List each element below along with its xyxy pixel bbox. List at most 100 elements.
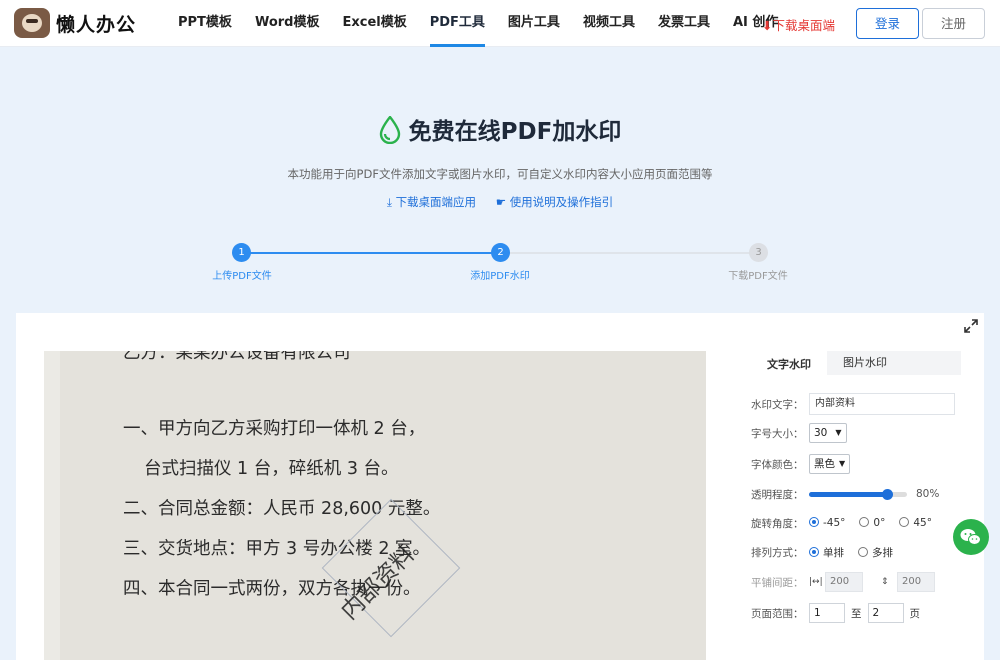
step-1-label: 上传PDF文件 <box>212 271 272 282</box>
step-2-label: 添加PDF水印 <box>470 271 530 282</box>
watermark-type-tabs: 文字水印 图片水印 <box>751 351 961 375</box>
watermark-settings-panel: 文字水印 图片水印 水印文字： 内部资料 字号大小： 30 ▼ 字体颜色： 黑色 ▼… <box>751 351 961 651</box>
radio-selected-icon <box>809 546 819 557</box>
chevron-down-icon: ▼ <box>835 428 842 437</box>
opacity-row: 透明程度： 80% <box>751 483 939 505</box>
horizontal-spacing-input[interactable]: 200 <box>825 572 863 592</box>
user-guide-link[interactable]: ☛ 使用说明及操作指引 <box>496 195 613 209</box>
layout-option-single[interactable]: 单排 <box>809 545 844 560</box>
chevron-down-icon: ▼ <box>839 459 846 468</box>
pdf-preview: 乙方：某某办公设备有限公司 一、甲方向乙方采购打印一体机 2 台， 台式扫描仪 … <box>44 351 706 660</box>
guide-label: 使用说明及操作指引 <box>509 195 614 209</box>
radio-icon <box>859 517 870 527</box>
download-desktop-label: 下载桌面端 <box>772 18 835 33</box>
hero-links: ⤓ 下载桌面端应用 ☛ 使用说明及操作指引 <box>0 194 1000 210</box>
rotation-option-label: -45° <box>823 517 846 529</box>
watermark-workspace: 乙方：某某办公设备有限公司 一、甲方向乙方采购打印一体机 2 台， 台式扫描仪 … <box>16 313 984 660</box>
wechat-chat-button[interactable] <box>953 519 989 555</box>
download-desktop-link[interactable]: ⬇下载桌面端 <box>762 15 835 34</box>
page-range-label: 页面范围： <box>751 607 804 620</box>
page-title-text: 免费在线PDF加水印 <box>408 119 622 145</box>
spacing-row: 平铺间距： |↔| 200 ⇕ 200 <box>751 571 935 593</box>
nav-ppt-templates[interactable]: PPT模板 <box>178 0 232 47</box>
water-drop-icon <box>379 116 400 144</box>
spacing-label: 平铺间距： <box>751 576 804 589</box>
progress-steps: 1 2 3 上传PDF文件 添加PDF水印 下载PDF文件 <box>0 243 1000 283</box>
brand-logo[interactable]: 懒人办公 <box>14 8 136 38</box>
nav-invoice-tools[interactable]: 发票工具 <box>658 0 710 47</box>
opacity-slider-handle[interactable] <box>882 488 894 500</box>
vertical-spacing-icon: ⇕ <box>881 577 889 587</box>
step-connector-1 <box>250 252 500 254</box>
radio-icon <box>858 546 868 557</box>
watermark-text-input[interactable]: 内部资料 <box>809 393 955 415</box>
opacity-value: 80% <box>916 488 940 500</box>
opacity-slider-fill <box>809 491 888 497</box>
rotation-option-neg45[interactable]: -45° <box>809 517 845 529</box>
step-1-dot: 1 <box>232 243 251 262</box>
rotation-option-label: 0° <box>873 517 886 529</box>
pdf-page: 乙方：某某办公设备有限公司 一、甲方向乙方采购打印一体机 2 台， 台式扫描仪 … <box>60 351 706 660</box>
page-range-to-input[interactable]: 2 <box>867 603 904 623</box>
layout-option-label: 单排 <box>823 546 844 559</box>
doc-line: 一、甲方向乙方采购打印一体机 2 台， <box>123 419 426 439</box>
nav-pdf-tools[interactable]: PDF工具 <box>429 0 486 47</box>
nav-excel-templates[interactable]: Excel模板 <box>342 0 406 47</box>
tab-text-watermark[interactable]: 文字水印 <box>751 351 827 375</box>
page-title: 免费在线PDF加水印 <box>0 112 1000 146</box>
font-size-value: 30 <box>814 427 828 439</box>
rotation-option-45[interactable]: 45° <box>899 517 932 529</box>
layout-option-label: 多排 <box>872 546 893 559</box>
layout-option-multi[interactable]: 多排 <box>858 545 893 560</box>
tab-image-watermark[interactable]: 图片水印 <box>827 351 903 375</box>
nav-video-tools[interactable]: 视频工具 <box>583 0 635 47</box>
font-size-label: 字号大小： <box>751 427 804 440</box>
horizontal-spacing-icon: |↔| <box>809 577 823 587</box>
step-3-dot: 3 <box>749 243 768 262</box>
wechat-icon <box>960 529 981 545</box>
opacity-slider[interactable] <box>809 488 907 500</box>
radio-icon <box>899 517 910 527</box>
rotation-option-label: 45° <box>913 517 932 529</box>
download-icon: ⬇ <box>762 18 773 33</box>
nav-image-tools[interactable]: 图片工具 <box>508 0 560 47</box>
download-arrow-icon: ⤓ <box>386 195 396 209</box>
fullscreen-icon[interactable] <box>964 319 978 333</box>
page-description: 本功能用于向PDF文件添加文字或图片水印，可自定义水印内容大小应用页面范围等 <box>287 167 713 181</box>
step-connector-2 <box>510 252 758 254</box>
brand-name: 懒人办公 <box>56 13 137 36</box>
font-color-row: 字体颜色： 黑色 ▼ <box>751 453 851 475</box>
rotation-option-0[interactable]: 0° <box>859 517 885 529</box>
page-unit-label: 页 <box>909 607 921 620</box>
vertical-spacing-input[interactable]: 200 <box>897 572 935 592</box>
font-size-select[interactable]: 30 ▼ <box>809 423 847 443</box>
register-button[interactable]: 注册 <box>922 8 985 39</box>
main-nav: PPT模板 Word模板 Excel模板 PDF工具 图片工具 视频工具 发票工… <box>178 0 801 47</box>
login-button[interactable]: 登录 <box>856 8 919 39</box>
page-range-row: 页面范围： 1 至 2 页 <box>751 602 920 624</box>
font-color-value: 黑色 <box>814 458 835 470</box>
radio-selected-icon <box>809 517 819 527</box>
font-size-row: 字号大小： 30 ▼ <box>751 422 847 444</box>
sloth-logo-icon <box>14 8 50 38</box>
opacity-label: 透明程度： <box>751 488 804 501</box>
page-range-separator: 至 <box>851 607 862 620</box>
step-3-label: 下载PDF文件 <box>728 271 788 282</box>
font-color-label: 字体颜色： <box>751 458 804 471</box>
top-navigation-bar: 懒人办公 PPT模板 Word模板 Excel模板 PDF工具 图片工具 视频工… <box>0 0 1000 47</box>
rotation-label: 旋转角度： <box>751 517 804 530</box>
watermark-text-row: 水印文字： 内部资料 <box>751 393 955 415</box>
rotation-row: 旋转角度： -45° 0° 45° <box>751 512 932 534</box>
download-app-label: 下载桌面端应用 <box>395 195 477 209</box>
watermark-text-label: 水印文字： <box>751 398 804 411</box>
download-desktop-app-link[interactable]: ⤓ 下载桌面端应用 <box>387 195 476 209</box>
nav-word-templates[interactable]: Word模板 <box>255 0 320 47</box>
doc-line: 台式扫描仪 1 台，碎纸机 3 台。 <box>144 459 399 479</box>
font-color-select[interactable]: 黑色 ▼ <box>809 454 851 474</box>
doc-line: 乙方：某某办公设备有限公司 <box>123 351 351 363</box>
pointer-icon: ☛ <box>495 195 510 209</box>
page-range-from-input[interactable]: 1 <box>809 603 845 623</box>
layout-row: 排列方式： 单排 多排 <box>751 541 907 563</box>
layout-label: 排列方式： <box>751 546 804 559</box>
step-2-dot: 2 <box>491 243 510 262</box>
